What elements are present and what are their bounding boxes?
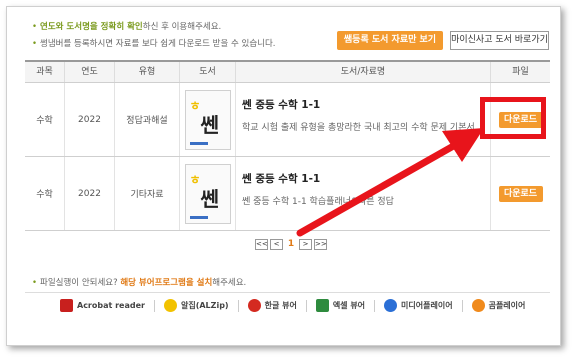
page-number-current[interactable]: 1 [285, 240, 297, 249]
help-suffix: 해주세요. [212, 278, 247, 288]
help-notice: • 파일실행이 안되세요? 해당 뷰어프로그램을 설치해주세요. [32, 276, 246, 288]
next-page-button[interactable]: > [299, 239, 312, 250]
alzip-icon [163, 299, 177, 312]
viewer-label: Acrobat reader [77, 301, 145, 310]
pagination: << < 1 > >> [255, 239, 327, 250]
gomplayer-icon [471, 299, 485, 312]
viewer-list: Acrobat reader 알집(ALZip) 한글 뷰어 엑셀 뷰어 미디어… [60, 299, 525, 312]
viewer-acrobat[interactable]: Acrobat reader [60, 299, 145, 312]
separator [305, 299, 307, 312]
help-highlight: 해당 뷰어프로그램을 설치 [120, 278, 213, 288]
viewer-excel[interactable]: 엑셀 뷰어 [315, 299, 366, 312]
viewer-label: 한글 뷰어 [264, 301, 297, 310]
acrobat-icon [60, 299, 73, 312]
separator [237, 299, 239, 312]
viewer-hwp[interactable]: 한글 뷰어 [247, 299, 297, 312]
separator [153, 299, 155, 312]
separator [461, 299, 463, 312]
viewer-label: 미디어플레이어 [401, 301, 453, 310]
help-prefix: 파일실행이 안되세요? [40, 278, 118, 288]
viewer-label: 알집(ALZip) [180, 301, 229, 310]
excel-icon [315, 299, 329, 312]
prev-page-button[interactable]: < [270, 239, 283, 250]
bullet-icon: • [32, 278, 38, 288]
divider [25, 292, 550, 293]
last-page-button[interactable]: >> [314, 239, 327, 250]
viewer-mediaplayer[interactable]: 미디어플레이어 [384, 299, 453, 312]
mediaplayer-icon [384, 299, 398, 312]
hwp-icon [247, 299, 261, 312]
viewer-label: 곰플레이어 [488, 301, 526, 310]
viewer-alzip[interactable]: 알집(ALZip) [163, 299, 229, 312]
viewer-gomplayer[interactable]: 곰플레이어 [471, 299, 526, 312]
first-page-button[interactable]: << [255, 239, 268, 250]
viewer-label: 엑셀 뷰어 [332, 301, 366, 310]
separator [374, 299, 376, 312]
